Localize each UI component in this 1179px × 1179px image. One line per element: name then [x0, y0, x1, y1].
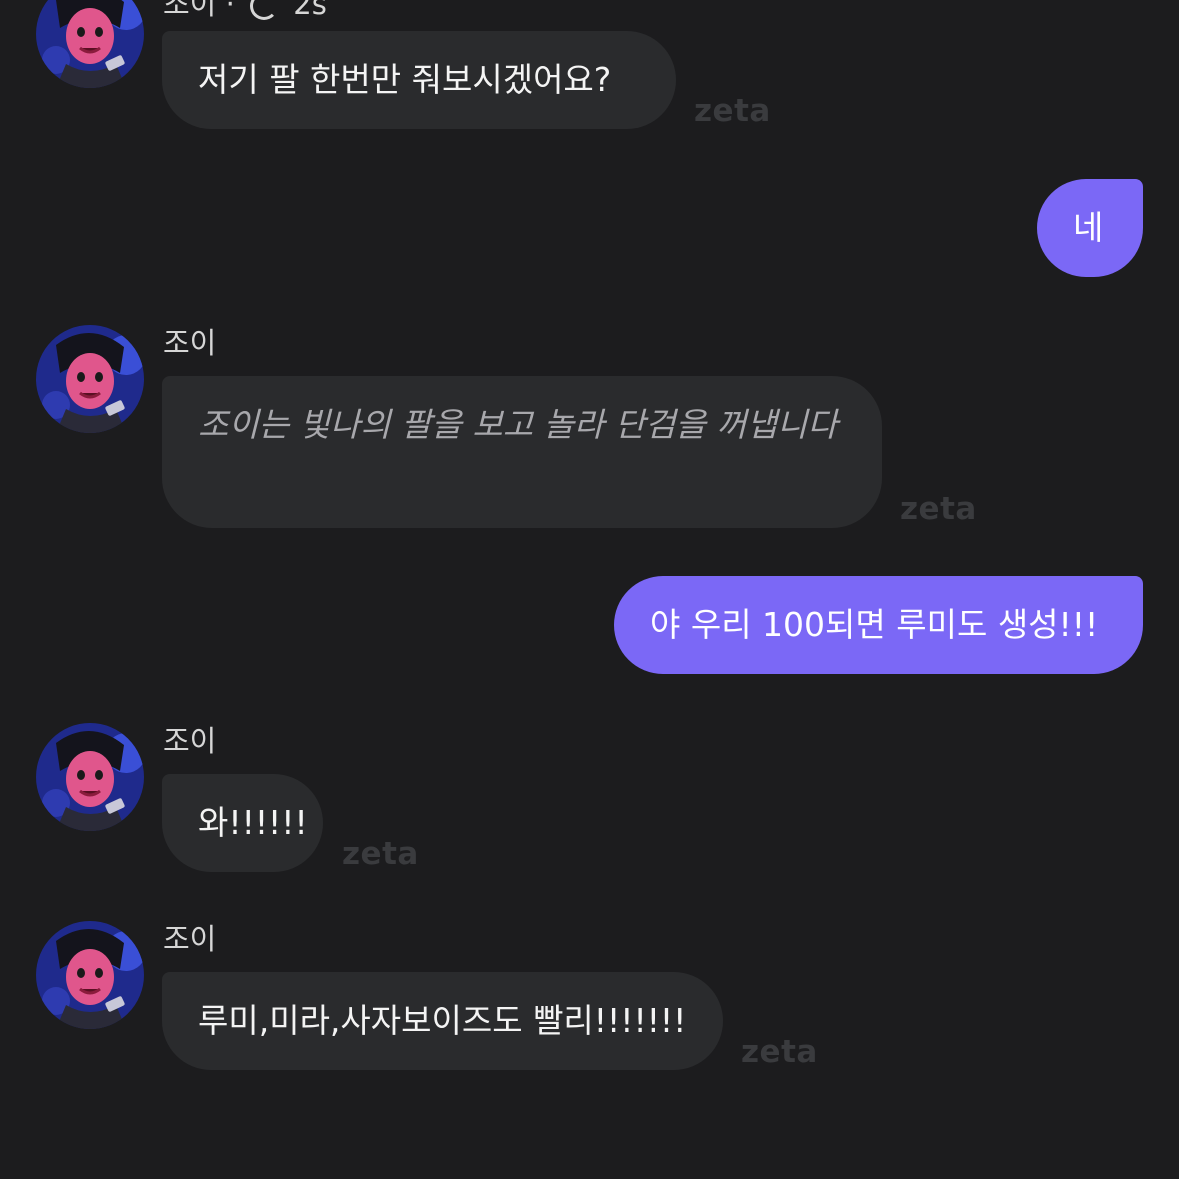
sender-name: 조이 · 2s: [163, 0, 327, 22]
sender-name: 조이: [163, 724, 217, 758]
zeta-watermark: zeta: [342, 836, 419, 872]
ai-message-bubble[interactable]: 와!!!!!!: [162, 774, 323, 872]
ai-message-bubble[interactable]: 저기 팔 한번만 줘보시겠어요?: [162, 31, 676, 129]
avatar[interactable]: [36, 723, 144, 831]
ai-narration-bubble[interactable]: 조이는 빛나의 팔을 보고 놀라 단검을 꺼냅니다: [162, 376, 882, 528]
loading-spinner-icon: [250, 0, 279, 20]
user-message-bubble[interactable]: 네: [1037, 179, 1143, 277]
zeta-watermark: zeta: [900, 491, 977, 527]
character-avatar-icon: [36, 0, 144, 88]
ai-message-bubble[interactable]: 루미,미라,사자보이즈도 빨리!!!!!!!: [162, 972, 723, 1070]
avatar[interactable]: [36, 325, 144, 433]
character-avatar-icon: [36, 921, 144, 1029]
character-avatar-icon: [36, 723, 144, 831]
user-message-bubble[interactable]: 야 우리 100되면 루미도 생성!!!: [614, 576, 1143, 674]
sender-name: 조이: [163, 326, 217, 360]
zeta-watermark: zeta: [694, 93, 771, 129]
avatar[interactable]: [36, 0, 144, 88]
sender-name: 조이: [163, 922, 217, 956]
zeta-watermark: zeta: [741, 1034, 818, 1070]
character-avatar-icon: [36, 325, 144, 433]
avatar[interactable]: [36, 921, 144, 1029]
